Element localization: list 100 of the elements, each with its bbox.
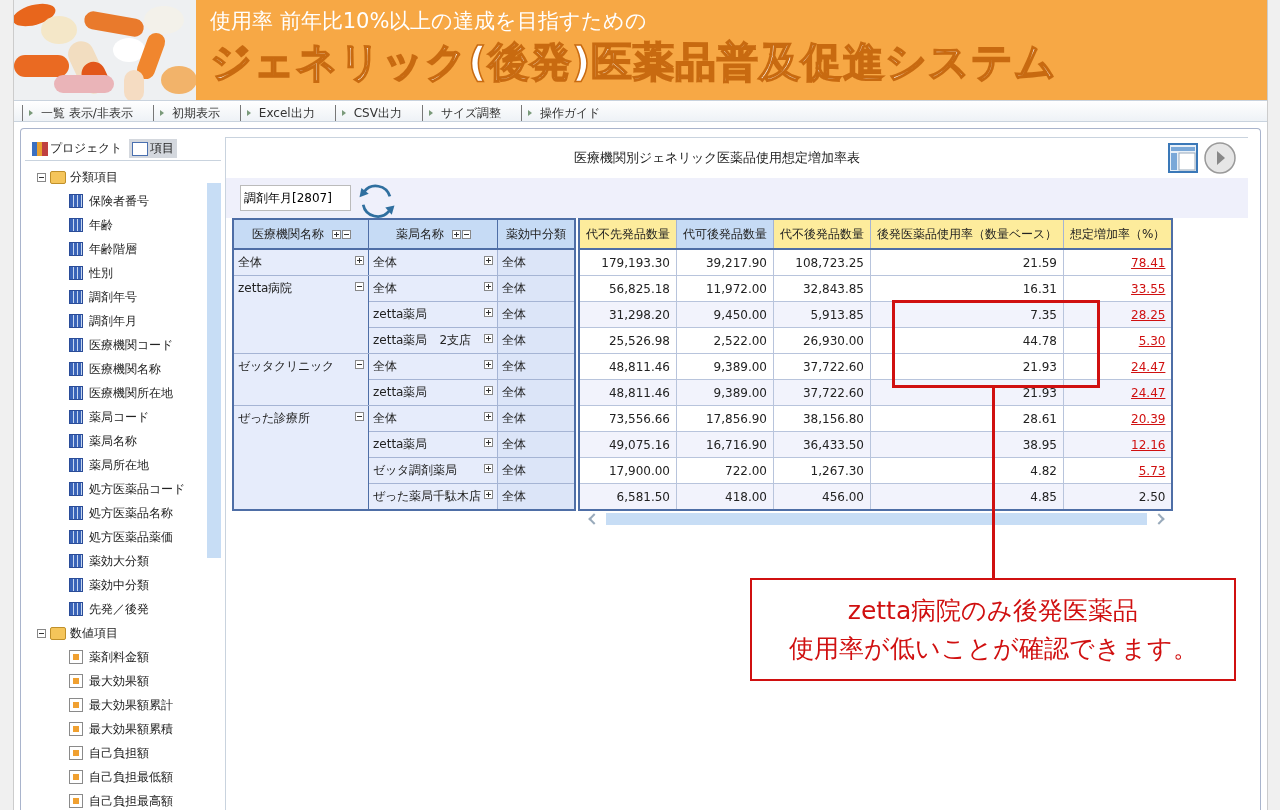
link[interactable]: 28.25 [1131,307,1166,322]
tree-item[interactable]: 医療機関所在地 [89,384,173,402]
table-cell: 9,389.00 [676,379,774,406]
table-cell: 48,811.46 [579,353,677,380]
tree-item[interactable]: 薬効中分類 [89,576,149,594]
tree-item[interactable]: 最大効果額 [89,672,149,690]
link[interactable]: 20.39 [1131,411,1166,426]
table-cell: 26,930.00 [773,327,871,354]
table-cell: 37,722.60 [773,379,871,406]
report-title: 医療機関別ジェネリック医薬品使用想定増加率表 [574,149,860,167]
toolbar-button[interactable]: 操作ガイド [520,105,620,121]
tree-item[interactable]: 先発／後発 [89,600,149,618]
row-label: 全体 [497,249,575,276]
row-label: zetta薬局 [373,436,428,453]
column-header[interactable]: 想定増加率（%） [1063,219,1173,249]
tree-item[interactable]: 医療機関名称 [89,360,161,378]
row-label: 全体 [497,379,575,406]
row-label: 全体 [373,410,397,427]
tree-item[interactable]: 性別 [89,264,113,282]
tree-item[interactable]: 最大効果額累計 [89,696,173,714]
column-header[interactable]: 代可後発品数量 [676,219,774,249]
table-cell: 25,526.98 [579,327,677,354]
column-header[interactable]: 代不先発品数量 [579,219,677,249]
table-cell: 16.31 [870,275,1064,302]
tree-item[interactable]: 数値項目 [70,624,118,642]
tree-item[interactable]: 自己負担額 [89,744,149,762]
tree-item[interactable]: 薬効大分類 [89,552,149,570]
row-label: zetta薬局 [373,384,428,401]
table-cell: 108,723.25 [773,249,871,276]
row-label: 全体 [497,301,575,328]
table-cell: 9,450.00 [676,301,774,328]
sidebar-tab[interactable]: 項目 [129,139,177,158]
link[interactable]: 24.47 [1131,359,1166,374]
banner-subtitle: 使用率 前年比10%以上の達成を目指すための [210,8,649,34]
table-cell: 17,900.00 [579,457,677,484]
column-header[interactable]: 代不後発品数量 [773,219,871,249]
column-header[interactable]: 薬局名称 [368,219,498,249]
table-cell: 39,217.90 [676,249,774,276]
toolbar-button[interactable]: 初期表示 [152,105,240,121]
table-cell: 49,075.16 [579,431,677,458]
table-cell: 1,267.30 [773,457,871,484]
table-cell: 418.00 [676,483,774,510]
tree-item[interactable]: 自己負担最低額 [89,768,173,786]
tree-item[interactable]: 処方医薬品コード [89,480,185,498]
column-header[interactable]: 医療機関名称 [233,219,369,249]
table-cell: 16,716.90 [676,431,774,458]
tree-item[interactable]: 調剤年月 [89,312,137,330]
filter-field[interactable]: 調剤年月[2807] [240,185,351,211]
table-cell: 456.00 [773,483,871,510]
tree-item[interactable]: 年齢 [89,216,113,234]
link[interactable]: 5.73 [1138,463,1166,478]
row-label: zetta病院 [238,280,293,297]
tree-item[interactable]: 薬局名称 [89,432,137,450]
link[interactable]: 5.30 [1138,333,1166,348]
row-label: 全体 [497,327,575,354]
table-cell: 2,522.00 [676,327,774,354]
row-label: 全体 [373,254,397,271]
tree-item[interactable]: 医療機関コード [89,336,173,354]
tree-item[interactable]: 薬局所在地 [89,456,149,474]
table-cell: 21.59 [870,249,1064,276]
table-cell: 32,843.85 [773,275,871,302]
table-cell: 11,972.00 [676,275,774,302]
row-label: ゼッタ調剤薬局 [373,462,457,479]
table-cell: 2.50 [1063,483,1173,510]
link[interactable]: 24.47 [1131,385,1166,400]
link[interactable]: 12.16 [1131,437,1166,452]
table-cell: 36,433.50 [773,431,871,458]
tree-item[interactable]: 保険者番号 [89,192,149,210]
toolbar-button[interactable]: サイズ調整 [421,105,521,121]
callout-box: zetta病院のみ後発医薬品 使用率が低いことが確認できます。 [750,578,1236,681]
tree-item[interactable]: 薬局コード [89,408,149,426]
row-label: 全体 [497,275,575,302]
row-label: ぜった薬局千駄木店 [373,488,481,505]
table-cell: 38,156.80 [773,405,871,432]
sidebar-tab[interactable]: プロジェクト [29,139,125,158]
toolbar-button[interactable]: Excel出力 [239,105,335,121]
link[interactable]: 78.41 [1131,255,1166,270]
tree-item[interactable]: 分類項目 [70,168,118,186]
table-cell: 722.00 [676,457,774,484]
tree-item[interactable]: 処方医薬品名称 [89,504,173,522]
row-label: ゼッタクリニック [238,358,334,375]
table-cell: 56,825.18 [579,275,677,302]
row-label: 全体 [497,483,575,510]
row-label: 全体 [497,431,575,458]
link[interactable]: 33.55 [1131,281,1166,296]
tree-item[interactable]: 最大効果額累積 [89,720,173,738]
toolbar-button[interactable]: 一覧 表示/非表示 [22,105,153,121]
column-header[interactable]: 後発医薬品使用率（数量ベース） [870,219,1064,249]
table-cell: 73,556.66 [579,405,677,432]
toolbar-button[interactable]: CSV出力 [334,105,422,121]
tree-item[interactable]: 年齢階層 [89,240,137,258]
tree-item[interactable]: 調剤年号 [89,288,137,306]
row-label: 全体 [373,280,397,297]
column-header[interactable]: 薬効中分類 [497,219,575,249]
table-cell: 9,389.00 [676,353,774,380]
table-cell: 31,298.20 [579,301,677,328]
tree-item[interactable]: 自己負担最高額 [89,792,173,810]
row-label: ぜった診療所 [238,410,310,427]
tree-item[interactable]: 薬剤料金額 [89,648,149,666]
tree-item[interactable]: 処方医薬品薬価 [89,528,173,546]
